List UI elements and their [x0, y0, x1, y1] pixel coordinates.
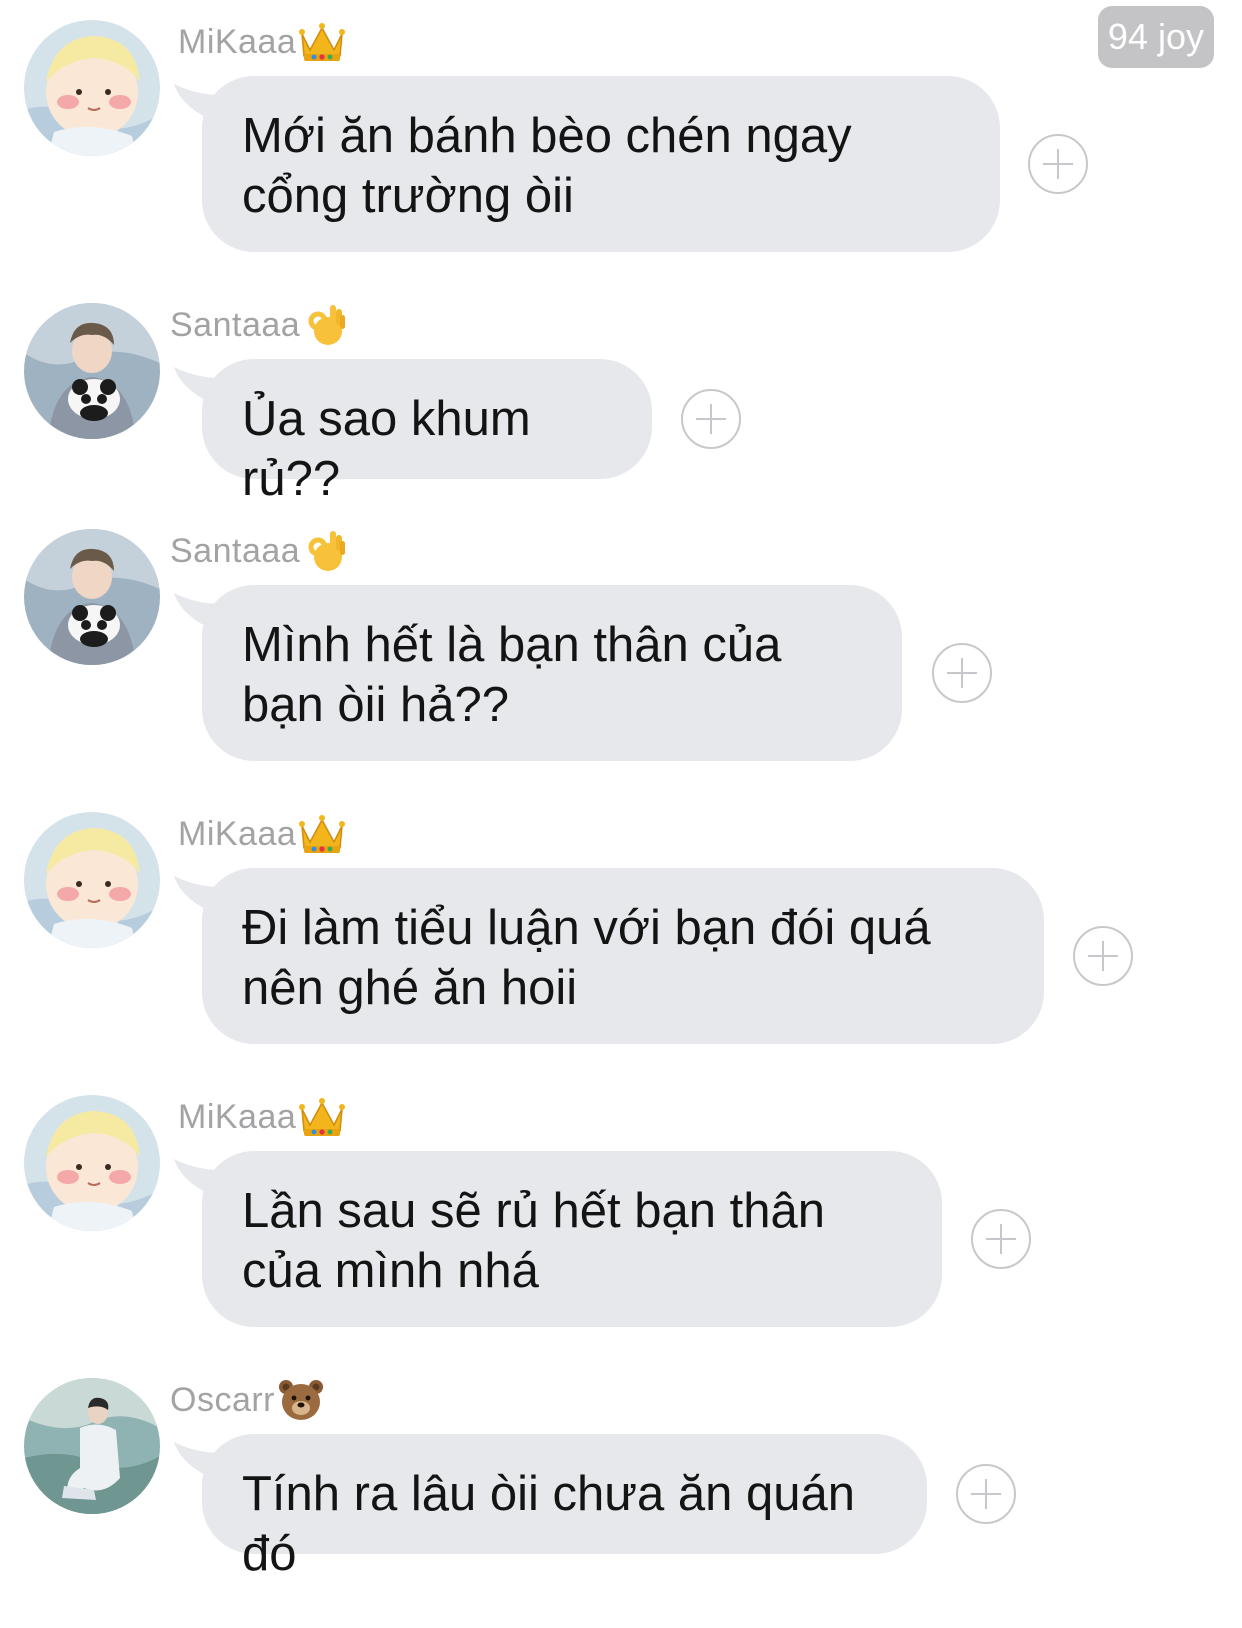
baby-cartoon-avatar[interactable] — [24, 20, 160, 156]
baby-cartoon-avatar[interactable] — [24, 812, 160, 948]
crown-icon — [298, 20, 346, 64]
sender-name: Oscarr — [170, 1378, 321, 1422]
bear-face-icon — [277, 1378, 321, 1422]
boy-with-panda-avatar[interactable] — [24, 303, 160, 439]
baby-cartoon-avatar[interactable] — [24, 1095, 160, 1231]
message-text: Tính ra lâu òii chưa ăn quán đó — [242, 1467, 856, 1581]
chat-message: MiKaaa Lần sau sẽ rủ hết bạn thân của mì… — [0, 1075, 1242, 1335]
man-outdoor-avatar[interactable] — [24, 1378, 160, 1514]
sender-name-text: MiKaaa — [178, 22, 297, 61]
add-reaction-button[interactable] — [932, 643, 992, 703]
message-bubble[interactable]: Mới ăn bánh bèo chén ngay cổng trường òi… — [202, 76, 1000, 252]
message-bubble[interactable]: Lần sau sẽ rủ hết bạn thân của mình nhá — [202, 1151, 942, 1327]
sender-name: Santaaa — [170, 529, 350, 573]
sender-name-text: Oscarr — [170, 1380, 275, 1419]
message-bubble[interactable]: Tính ra lâu òii chưa ăn quán đó — [202, 1434, 927, 1581]
sender-name: Santaaa — [170, 303, 350, 347]
sender-name: MiKaaa — [178, 812, 346, 856]
sender-name: MiKaaa — [178, 1095, 346, 1139]
crown-icon — [298, 812, 346, 856]
chat-message: MiKaaa Mới ăn bánh bèo chén ngay cổng tr… — [0, 0, 1242, 260]
message-text: Lần sau sẽ rủ hết bạn thân của mình nhá — [242, 1184, 825, 1298]
sender-name-text: Santaaa — [170, 531, 301, 570]
boy-with-panda-avatar[interactable] — [24, 529, 160, 665]
message-text: Mình hết là bạn thân của bạn òii hả?? — [242, 618, 782, 732]
chat-message: Oscarr Tính ra lâu òii chưa ăn quán đó — [0, 1358, 1242, 1628]
message-bubble[interactable]: Mình hết là bạn thân của bạn òii hả?? — [202, 585, 902, 761]
sender-name-text: Santaaa — [170, 305, 301, 344]
ok-hand-icon — [302, 303, 350, 347]
message-text: Đi làm tiểu luận với bạn đói quá nên ghé… — [242, 901, 931, 1015]
message-text: Ủa sao khum rủ?? — [242, 392, 531, 506]
sender-name-text: MiKaaa — [178, 814, 297, 853]
add-reaction-button[interactable] — [1028, 134, 1088, 194]
message-bubble[interactable]: Đi làm tiểu luận với bạn đói quá nên ghé… — [202, 868, 1044, 1044]
message-bubble[interactable]: Ủa sao khum rủ?? — [202, 359, 652, 506]
add-reaction-button[interactable] — [1073, 926, 1133, 986]
add-reaction-button[interactable] — [971, 1209, 1031, 1269]
ok-hand-icon — [302, 529, 350, 573]
sender-name: MiKaaa — [178, 20, 346, 64]
message-text: Mới ăn bánh bèo chén ngay cổng trường òi… — [242, 109, 852, 223]
add-reaction-button[interactable] — [681, 389, 741, 449]
add-reaction-button[interactable] — [956, 1464, 1016, 1524]
sender-name-text: MiKaaa — [178, 1097, 297, 1136]
crown-icon — [298, 1095, 346, 1139]
chat-message: MiKaaa Đi làm tiểu luận với bạn đói quá … — [0, 792, 1242, 1052]
chat-message: Santaaa Mình hết là bạn thân của bạn òii… — [0, 509, 1242, 769]
chat-message: Santaaa Ủa sao khum rủ?? — [0, 283, 1242, 506]
